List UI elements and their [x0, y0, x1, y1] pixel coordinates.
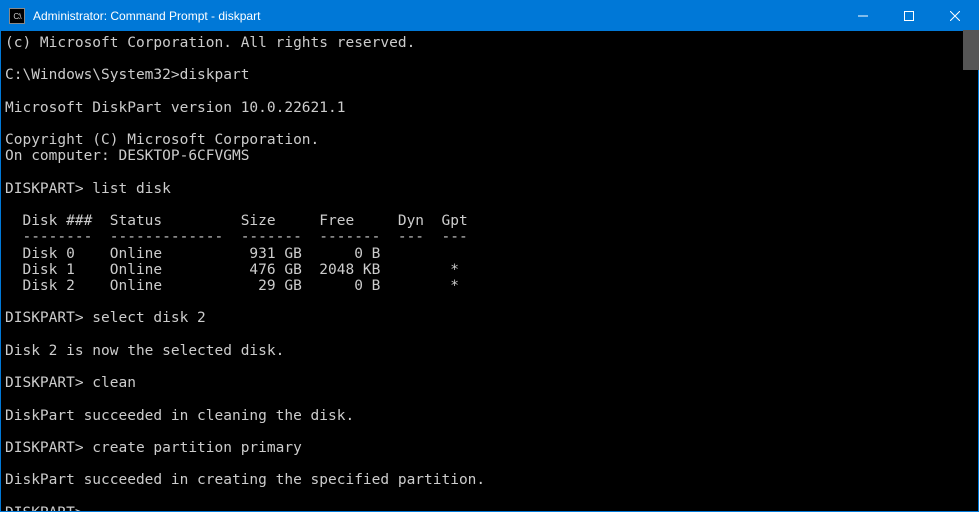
- close-icon: [950, 11, 960, 21]
- cmd-icon: C:\: [9, 8, 25, 24]
- window-title: Administrator: Command Prompt - diskpart: [33, 9, 840, 23]
- maximize-button[interactable]: [886, 1, 932, 31]
- maximize-icon: [904, 11, 914, 21]
- scrollbar-thumb[interactable]: [963, 30, 979, 70]
- window-controls: [840, 1, 978, 31]
- close-button[interactable]: [932, 1, 978, 31]
- terminal-output[interactable]: (c) Microsoft Corporation. All rights re…: [1, 31, 978, 511]
- command-prompt-window: C:\ Administrator: Command Prompt - disk…: [0, 0, 979, 512]
- titlebar[interactable]: C:\ Administrator: Command Prompt - disk…: [1, 1, 978, 31]
- minimize-icon: [858, 11, 868, 21]
- minimize-button[interactable]: [840, 1, 886, 31]
